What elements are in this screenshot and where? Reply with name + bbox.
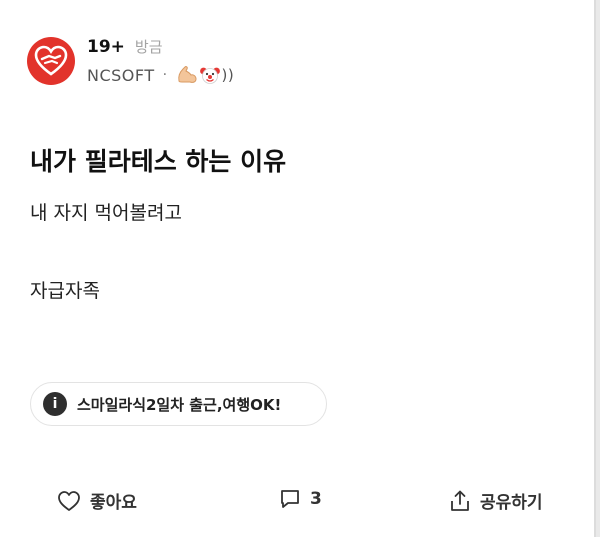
post-body-line-1: 내 자지 먹어볼려고 (30, 202, 182, 224)
share-icon (451, 490, 469, 511)
topic-tag-chip[interactable]: i 스마일라식2일차 출근,여행OK! (30, 382, 327, 426)
author-line[interactable]: NCSOFT · )) (87, 65, 234, 85)
flexed-biceps-icon (177, 66, 197, 83)
post-body-line-2: 자급자족 (30, 280, 100, 302)
separator-dot: · (162, 67, 168, 83)
flair: )) (176, 65, 235, 85)
comment-count: 3 (310, 489, 322, 509)
comment-button[interactable]: 3 (279, 488, 322, 510)
flair-suffix: )) (221, 66, 235, 84)
post-title: 내가 필라테스 하는 이유 (30, 147, 287, 176)
post-header: 19+ 방금 NCSOFT · )) (27, 36, 234, 85)
age-badge: 19+ (87, 37, 125, 57)
share-label: 공유하기 (480, 493, 543, 513)
heart-icon (58, 490, 80, 511)
comment-icon (281, 490, 299, 508)
avatar[interactable] (27, 36, 75, 85)
heart-hand-logo-icon (34, 45, 68, 76)
clown-face-icon (199, 67, 220, 84)
post-time: 방금 (134, 38, 163, 56)
company-name: NCSOFT (87, 65, 155, 85)
info-icon: i (43, 392, 67, 416)
scroll-edge (594, 0, 600, 537)
like-label: 좋아요 (90, 493, 137, 513)
topic-tag-label: 스마일라식2일차 출근,여행OK! (77, 395, 282, 414)
like-button[interactable]: 좋아요 (57, 488, 137, 513)
share-button[interactable]: 공유하기 (449, 488, 543, 513)
